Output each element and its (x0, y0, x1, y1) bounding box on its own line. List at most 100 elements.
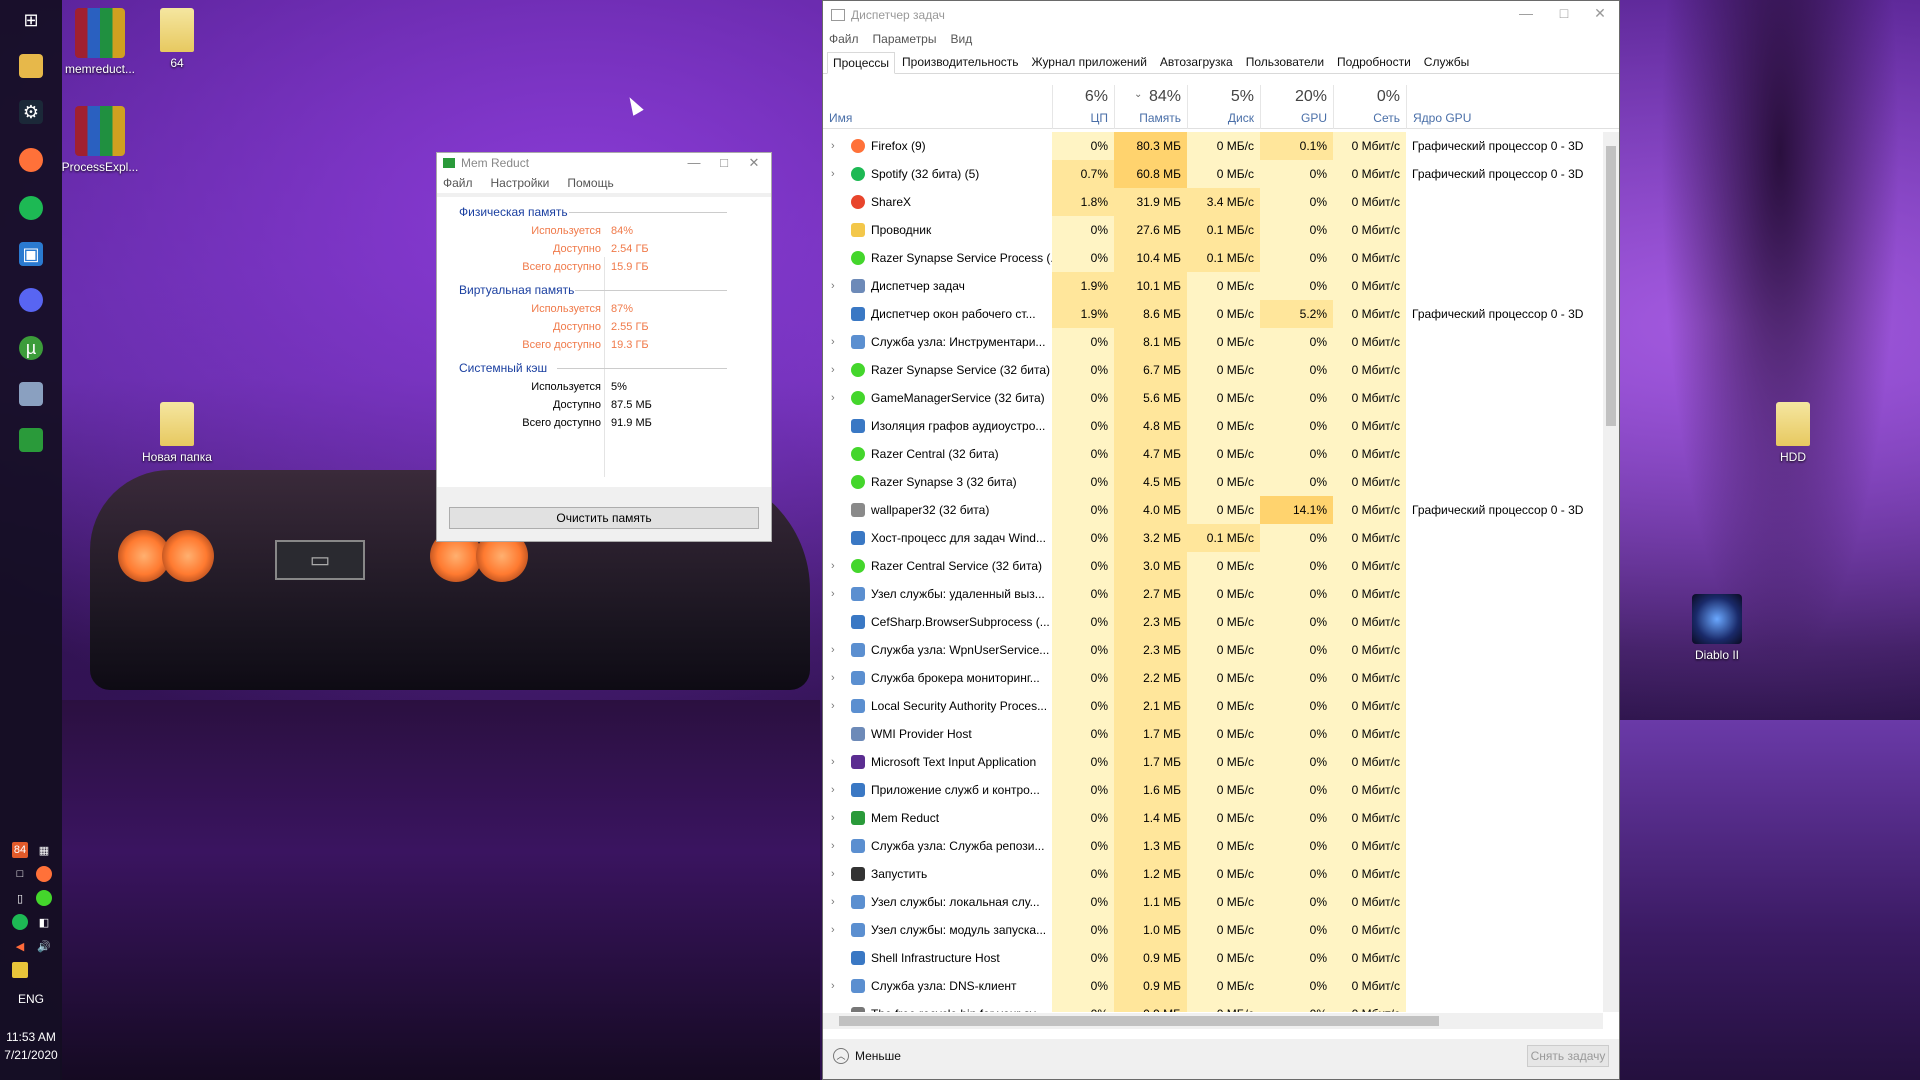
speaker-tray-icon[interactable]: ◀ (12, 938, 28, 954)
maximize-icon[interactable]: □ (709, 155, 739, 170)
column-memory[interactable]: 84% Память (1114, 85, 1187, 129)
expand-chevron-icon[interactable]: › (831, 384, 841, 412)
process-row[interactable]: › Spotify (32 бита) (5) 0.7% 60.8 МБ 0 МБ/с 0… (823, 160, 1603, 188)
process-row[interactable]: › Служба брокера мониторинг... 0% 2.2 МБ 0 М… (823, 664, 1603, 692)
discord-icon[interactable] (19, 288, 43, 312)
expand-chevron-icon[interactable]: › (831, 160, 841, 188)
app-tray-icon[interactable]: ▦ (36, 842, 52, 858)
process-row[interactable]: The free recycle bin for your sy...0%0.9… (823, 1000, 1603, 1012)
column-cpu[interactable]: 6% ЦП (1052, 85, 1114, 129)
process-row[interactable]: Shell Infrastructure Host 0% 0.9 МБ 0 МБ/с 0… (823, 944, 1603, 972)
tab-users[interactable]: Пользователи (1240, 51, 1330, 73)
maximize-icon[interactable]: □ (1549, 5, 1579, 21)
scrollbar-thumb[interactable] (839, 1016, 1439, 1026)
expand-chevron-icon[interactable]: › (831, 916, 841, 944)
expand-chevron-icon[interactable]: › (831, 692, 841, 720)
tab-startup[interactable]: Автозагрузка (1154, 51, 1239, 73)
process-row[interactable]: › Диспетчер задач 1.9% 10.1 МБ 0 МБ/с 0% 0 Мби… (823, 272, 1603, 300)
process-row[interactable]: › Узел службы: удаленный выз... 0% 2.7 МБ 0 … (823, 580, 1603, 608)
desktop-icon-hdd[interactable]: HDD (1748, 402, 1838, 464)
tab-details[interactable]: Подробности (1331, 51, 1417, 73)
volume-tray-icon[interactable]: 🔊 (36, 938, 52, 954)
process-row[interactable]: › Razer Synapse Service (32 бита) 0% 6.7 МБ… (823, 356, 1603, 384)
column-gpu[interactable]: 20% GPU (1260, 85, 1333, 129)
column-network[interactable]: 0% Сеть (1333, 85, 1406, 129)
process-row[interactable]: › Запустить 0% 1.2 МБ 0 МБ/с 0% 0 Мбит/с (823, 860, 1603, 888)
expand-chevron-icon[interactable]: › (831, 972, 841, 1000)
process-row[interactable]: › Узел службы: модуль запуска... 0% 1.0 МБ 0… (823, 916, 1603, 944)
spotify-tray-icon[interactable] (12, 914, 28, 930)
tab-performance[interactable]: Производительность (896, 51, 1024, 73)
menu-options[interactable]: Параметры (873, 32, 937, 46)
process-row[interactable]: › Приложение служб и контро... 0% 1.6 МБ 0 М… (823, 776, 1603, 804)
process-row[interactable]: Razer Synapse Service Process (... 0% 10.4… (823, 244, 1603, 272)
expand-chevron-icon[interactable]: › (831, 776, 841, 804)
expand-chevron-icon[interactable]: › (831, 664, 841, 692)
desktop-icon-new-folder[interactable]: Новая папка (132, 402, 222, 464)
menu-help[interactable]: Помощь (567, 176, 613, 190)
memreduct-tray-icon[interactable]: 84 (12, 842, 28, 858)
battery-tray-icon[interactable]: ▯ (12, 890, 28, 906)
menu-file[interactable]: Файл (443, 176, 473, 190)
windows-start-icon[interactable]: ⊞ (19, 8, 43, 32)
process-row[interactable]: Проводник 0% 27.6 МБ 0.1 МБ/с 0% 0 Мбит/с (823, 216, 1603, 244)
end-task-button[interactable]: Снять задачу (1527, 1045, 1609, 1067)
expand-chevron-icon[interactable]: › (831, 132, 841, 160)
process-row[interactable]: ShareX 1.8% 31.9 МБ 3.4 МБ/с 0% 0 Мбит/с (823, 188, 1603, 216)
process-row[interactable]: WMI Provider Host 0% 1.7 МБ 0 МБ/с 0% 0 Мбит/… (823, 720, 1603, 748)
nvidia-tray-icon[interactable]: ◧ (36, 914, 52, 930)
expand-chevron-icon[interactable]: › (831, 272, 841, 300)
steam-icon[interactable]: ⚙ (19, 100, 43, 124)
horizontal-scrollbar[interactable] (823, 1013, 1603, 1029)
process-row[interactable]: › Служба узла: DNS-клиент 0% 0.9 МБ 0 МБ/с 0%… (823, 972, 1603, 1000)
utorrent-icon[interactable]: µ (19, 336, 43, 360)
process-row[interactable]: Хост-процесс для задач Wind... 0% 3.2 МБ 0.… (823, 524, 1603, 552)
task-manager-titlebar[interactable]: Диспетчер задач — □ ✕ (823, 1, 1619, 28)
process-row[interactable]: › GameManagerService (32 бита) 0% 5.6 МБ 0 М… (823, 384, 1603, 412)
expand-chevron-icon[interactable]: › (831, 328, 841, 356)
menu-view[interactable]: Вид (950, 32, 972, 46)
spotify-icon[interactable] (19, 196, 43, 220)
column-disk[interactable]: 5% Диск (1187, 85, 1260, 129)
expand-chevron-icon[interactable]: › (831, 636, 841, 664)
expand-chevron-icon[interactable]: › (831, 860, 841, 888)
expand-chevron-icon[interactable]: › (831, 748, 841, 776)
vertical-scrollbar[interactable] (1603, 132, 1619, 1012)
expand-chevron-icon[interactable]: › (831, 804, 841, 832)
process-row[interactable]: › Firefox (9) 0% 80.3 МБ 0 МБ/с 0.1% 0 Мбит/с Г… (823, 132, 1603, 160)
expand-chevron-icon[interactable]: › (831, 356, 841, 384)
expand-chevron-icon[interactable]: › (831, 888, 841, 916)
process-row[interactable]: › Служба узла: Инструментари... 0% 8.1 МБ 0 … (823, 328, 1603, 356)
minimize-icon[interactable]: — (679, 155, 709, 170)
minimize-icon[interactable]: — (1511, 5, 1541, 21)
expand-chevron-icon[interactable]: › (831, 832, 841, 860)
column-gpu-engine[interactable]: Ядро GPU (1406, 85, 1603, 129)
clock-time[interactable]: 11:53 AM (0, 1030, 62, 1044)
process-row[interactable]: CefSharp.BrowserSubprocess (... 0% 2.3 МБ 0… (823, 608, 1603, 636)
process-row[interactable]: › Mem Reduct 0% 1.4 МБ 0 МБ/с 0% 0 Мбит/с (823, 804, 1603, 832)
chrome-tray-icon[interactable] (36, 866, 52, 882)
fewer-details-button[interactable]: ︿ Меньше (833, 1048, 901, 1064)
razer-tray-icon[interactable] (36, 890, 52, 906)
expand-chevron-icon[interactable]: › (831, 580, 841, 608)
menu-settings[interactable]: Настройки (491, 176, 550, 190)
column-name[interactable]: Имя (823, 85, 1052, 129)
process-row[interactable]: › Microsoft Text Input Application 0% 1.7 М… (823, 748, 1603, 776)
clean-memory-button[interactable]: Очистить память (449, 507, 759, 529)
process-row[interactable]: Изоляция графов аудиоустро... 0% 4.8 МБ 0 М… (823, 412, 1603, 440)
clock-date[interactable]: 7/21/2020 (0, 1048, 62, 1062)
desktop-icon-folder-64[interactable]: 64 (132, 8, 222, 70)
desktop-icon-processexplorer[interactable]: ProcessExpl... (55, 106, 145, 174)
task-manager-icon[interactable] (19, 382, 43, 406)
menu-file[interactable]: Файл (829, 32, 859, 46)
process-row[interactable]: › Узел службы: локальная слу... 0% 1.1 МБ 0 … (823, 888, 1603, 916)
tab-app-history[interactable]: Журнал приложений (1026, 51, 1153, 73)
firefox-icon[interactable] (19, 148, 43, 172)
process-row[interactable]: Razer Synapse 3 (32 бита) 0% 4.5 МБ 0 МБ/с 0… (823, 468, 1603, 496)
window-tray-icon[interactable]: □ (12, 866, 28, 882)
close-icon[interactable]: ✕ (1585, 5, 1615, 22)
process-row[interactable]: Диспетчер окон рабочего ст... 1.9% 8.6 МБ 0… (823, 300, 1603, 328)
process-row[interactable]: › Razer Central Service (32 бита) 0% 3.0 МБ… (823, 552, 1603, 580)
process-row[interactable]: › Служба узла: Служба репози... 0% 1.3 МБ 0 … (823, 832, 1603, 860)
process-row[interactable]: wallpaper32 (32 бита) 0% 4.0 МБ 0 МБ/с 14.1%… (823, 496, 1603, 524)
